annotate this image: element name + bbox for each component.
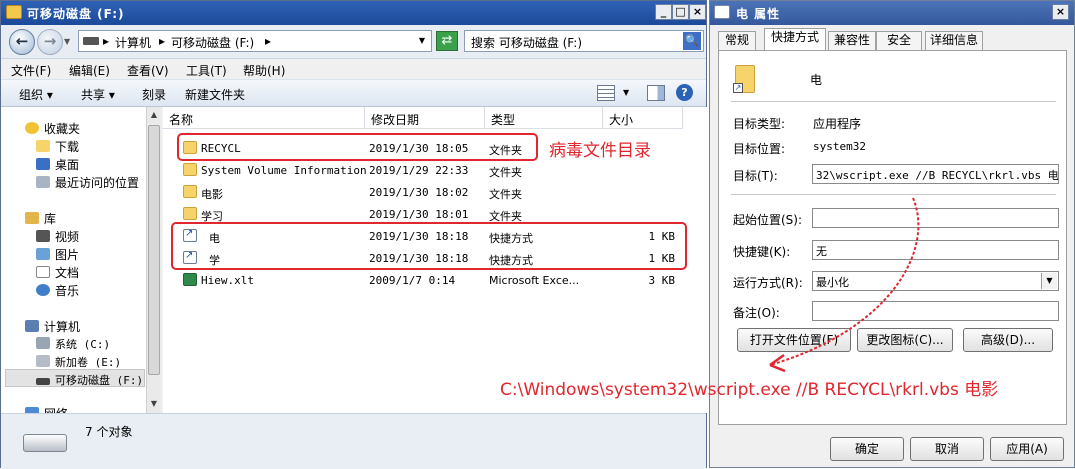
- annotation-arrow-curve: [769, 197, 920, 366]
- target-command-annotation: C:\Windows\system32\wscript.exe //B RECY…: [500, 380, 999, 400]
